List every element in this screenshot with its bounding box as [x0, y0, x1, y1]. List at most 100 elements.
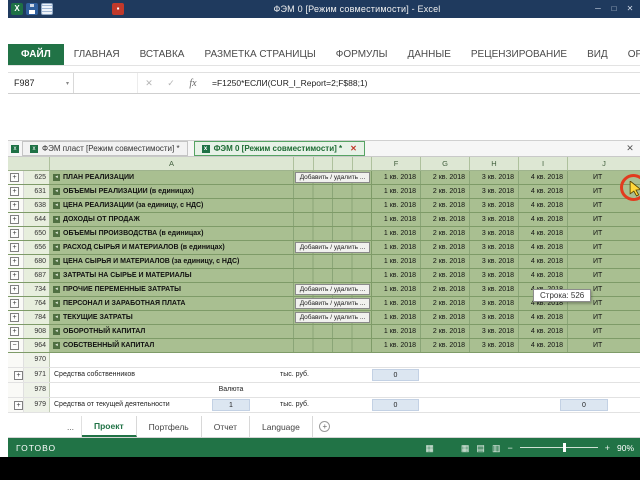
zoom-slider-handle[interactable]: [562, 443, 566, 452]
quarter-cell[interactable]: 1 кв. 2018: [372, 297, 421, 310]
row-header[interactable]: 734: [24, 283, 50, 296]
section-name-cell[interactable]: ◂ СОБСТВЕННЫЙ КАПИТАЛ: [50, 339, 294, 352]
tab-review[interactable]: РЕЦЕНЗИРОВАНИЕ: [461, 44, 577, 65]
quarter-cell[interactable]: 1 кв. 2018: [372, 199, 421, 212]
column-header-j[interactable]: J: [568, 157, 640, 170]
view-page-layout-icon[interactable]: ▤: [476, 443, 485, 453]
row-header[interactable]: 764: [24, 297, 50, 310]
row-header[interactable]: 964: [24, 339, 50, 352]
row-header[interactable]: 631: [24, 185, 50, 198]
currency-cell[interactable]: 1: [212, 399, 250, 411]
quarter-cell[interactable]: 1 кв. 2018: [372, 255, 421, 268]
insert-function-icon[interactable]: fx: [182, 73, 204, 93]
sheet-tab-portfel[interactable]: Портфель: [137, 416, 202, 437]
section-name-cell[interactable]: ◂ ЦЕНА РЕАЛИЗАЦИИ (за единицу, с НДС): [50, 199, 294, 212]
total-cell[interactable]: ИТ: [568, 325, 640, 338]
quarter-cell[interactable]: 1 кв. 2018: [372, 339, 421, 352]
value-cell[interactable]: 0: [372, 399, 419, 411]
tab-file[interactable]: ФАЙЛ: [8, 44, 64, 65]
section-name-cell[interactable]: ◂ ПЛАН РЕАЛИЗАЦИИ: [50, 171, 294, 184]
row-header[interactable]: 978: [24, 383, 50, 397]
chevron-down-icon[interactable]: ▾: [66, 80, 73, 87]
tab-formulas[interactable]: ФОРМУЛЫ: [326, 44, 398, 65]
quarter-cell[interactable]: 3 кв. 2018: [470, 283, 519, 296]
doc-tabs-close-button[interactable]: ✕: [620, 141, 640, 156]
quarter-cell[interactable]: 3 кв. 2018: [470, 325, 519, 338]
quarter-cell[interactable]: 1 кв. 2018: [372, 227, 421, 240]
outline-toggle-button[interactable]: +: [10, 299, 19, 308]
row-header[interactable]: 687: [24, 269, 50, 282]
outline-toggle-button[interactable]: +: [10, 327, 19, 336]
section-name-cell[interactable]: ◂ ДОХОДЫ ОТ ПРОДАЖ: [50, 213, 294, 226]
quarter-cell[interactable]: 2 кв. 2018: [421, 325, 470, 338]
quarter-cell[interactable]: 3 кв. 2018: [470, 227, 519, 240]
close-tab-icon[interactable]: ✕: [350, 144, 357, 153]
quarter-cell[interactable]: 1 кв. 2018: [372, 325, 421, 338]
quarter-cell[interactable]: 4 кв. 2018: [519, 311, 568, 324]
quarter-cell[interactable]: 2 кв. 2018: [421, 213, 470, 226]
section-name-cell[interactable]: ◂ ТЕКУЩИЕ ЗАТРАТЫ: [50, 311, 294, 324]
outline-toggle-button[interactable]: −: [10, 341, 19, 350]
quarter-cell[interactable]: 4 кв. 2018: [519, 227, 568, 240]
sheet-tab-language[interactable]: Language: [250, 416, 313, 437]
outline-toggle-button[interactable]: +: [10, 257, 19, 266]
tab-page-layout[interactable]: РАЗМЕТКА СТРАНИЦЫ: [194, 44, 325, 65]
outline-toggle-button[interactable]: +: [10, 201, 19, 210]
row-header[interactable]: 908: [24, 325, 50, 338]
column-header-e[interactable]: [353, 157, 372, 170]
add-remove-button[interactable]: Добавить / удалить ...: [295, 298, 370, 309]
quarter-cell[interactable]: 4 кв. 2018: [519, 185, 568, 198]
excel-icon[interactable]: X: [11, 3, 23, 15]
worksheet-icon[interactable]: [41, 3, 53, 15]
outline-toggle-button[interactable]: +: [10, 271, 19, 280]
outline-toggle-button[interactable]: +: [10, 215, 19, 224]
row-header[interactable]: 644: [24, 213, 50, 226]
quarter-cell[interactable]: 3 кв. 2018: [470, 339, 519, 352]
outline-toggle-button[interactable]: +: [14, 400, 23, 410]
record-stop-icon[interactable]: ▪: [112, 3, 124, 15]
sheet-overflow-button[interactable]: ...: [60, 416, 82, 437]
close-button[interactable]: ✕: [622, 2, 638, 16]
column-header-f[interactable]: F: [372, 157, 421, 170]
quarter-cell[interactable]: 2 кв. 2018: [421, 171, 470, 184]
quarter-cell[interactable]: 1 кв. 2018: [372, 241, 421, 254]
row-header[interactable]: 656: [24, 241, 50, 254]
section-name-cell[interactable]: ◂ ПЕРСОНАЛ И ЗАРАБОТНАЯ ПЛАТА: [50, 297, 294, 310]
outline-toggle-button[interactable]: +: [10, 187, 19, 196]
row-header[interactable]: 650: [24, 227, 50, 240]
section-name-cell[interactable]: ◂ РАСХОД СЫРЬЯ И МАТЕРИАЛОВ (в единицах): [50, 241, 294, 254]
quarter-cell[interactable]: 3 кв. 2018: [470, 311, 519, 324]
total-cell[interactable]: ИТ: [568, 255, 640, 268]
quarter-cell[interactable]: 4 кв. 2018: [519, 255, 568, 268]
row-header[interactable]: 970: [24, 353, 50, 367]
total-cell[interactable]: ИТ: [568, 339, 640, 352]
section-name-cell[interactable]: ◂ ЦЕНА СЫРЬЯ И МАТЕРИАЛОВ (за единицу, с …: [50, 255, 294, 268]
outline-toggle-button[interactable]: +: [10, 173, 19, 182]
outline-toggle-button[interactable]: +: [10, 285, 19, 294]
value-cell[interactable]: 0: [372, 369, 419, 381]
quarter-cell[interactable]: 4 кв. 2018: [519, 241, 568, 254]
quarter-cell[interactable]: 1 кв. 2018: [372, 269, 421, 282]
workbook-icon[interactable]: x: [8, 141, 22, 156]
row-header[interactable]: 638: [24, 199, 50, 212]
quarter-cell[interactable]: 3 кв. 2018: [470, 185, 519, 198]
total-cell[interactable]: ИТ: [568, 311, 640, 324]
add-remove-button[interactable]: Добавить / удалить ...: [295, 284, 370, 295]
column-header-i[interactable]: I: [519, 157, 568, 170]
doc-tab-fem-0[interactable]: x ФЭМ 0 [Режим совместимости] * ✕: [193, 141, 365, 156]
tab-view[interactable]: ВИД: [577, 44, 618, 65]
quarter-cell[interactable]: 2 кв. 2018: [421, 297, 470, 310]
quarter-cell[interactable]: 2 кв. 2018: [421, 269, 470, 282]
column-header-a[interactable]: A: [50, 157, 294, 170]
quarter-cell[interactable]: 2 кв. 2018: [421, 283, 470, 296]
quarter-cell[interactable]: 2 кв. 2018: [421, 199, 470, 212]
section-name-cell[interactable]: ◂ ОБЪЕМЫ РЕАЛИЗАЦИИ (в единицах): [50, 185, 294, 198]
cancel-icon[interactable]: ✕: [138, 73, 160, 93]
quarter-cell[interactable]: 2 кв. 2018: [421, 227, 470, 240]
save-icon[interactable]: [26, 3, 38, 15]
quarter-cell[interactable]: 3 кв. 2018: [470, 269, 519, 282]
section-name-cell[interactable]: ◂ ОБЪЕМЫ ПРОИЗВОДСТВА (в единицах): [50, 227, 294, 240]
row-header[interactable]: 979: [24, 398, 50, 412]
quarter-cell[interactable]: 4 кв. 2018: [519, 199, 568, 212]
total-cell[interactable]: ИТ: [568, 269, 640, 282]
